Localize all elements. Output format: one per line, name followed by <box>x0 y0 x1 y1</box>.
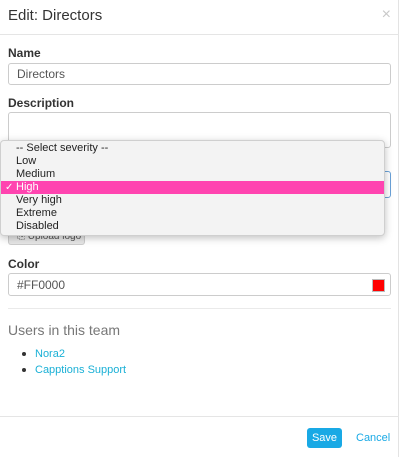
severity-option[interactable]: Disabled <box>1 220 384 233</box>
user-link-capptions-support[interactable]: Capptions Support <box>22 362 126 378</box>
color-label: Color <box>8 257 40 271</box>
option-label: Low <box>16 155 37 167</box>
description-label: Description <box>8 96 75 110</box>
color-input-value: #FF0000 <box>17 277 66 292</box>
divider <box>8 308 391 309</box>
users-section-title: Users in this team <box>8 322 121 338</box>
close-icon[interactable]: × <box>382 6 391 24</box>
user-link-nora2[interactable]: Nora2 <box>22 346 126 362</box>
severity-option[interactable]: -- Select severity -- <box>1 142 384 155</box>
user-list: Nora2 Capptions Support <box>22 346 126 378</box>
modal-header: Edit: Directors × <box>0 0 399 35</box>
color-swatch[interactable] <box>372 279 385 292</box>
modal-title: Edit: Directors <box>8 7 103 24</box>
modal-footer-divider <box>0 416 399 417</box>
option-label: Medium <box>16 168 56 180</box>
severity-option[interactable]: Extreme <box>1 207 384 220</box>
option-label: Disabled <box>16 220 59 232</box>
edit-team-modal: Edit: Directors × Name Directors Descrip… <box>0 0 399 457</box>
severity-option[interactable]: Very high <box>1 194 384 207</box>
severity-option-selected[interactable]: ✓ High <box>1 181 384 194</box>
option-label: Extreme <box>16 207 57 219</box>
option-label: -- Select severity -- <box>16 142 109 154</box>
severity-dropdown-menu: -- Select severity -- Low Medium ✓ High V… <box>0 140 385 236</box>
severity-option[interactable]: Low <box>1 155 384 168</box>
severity-option[interactable]: Medium <box>1 168 384 181</box>
cancel-button[interactable]: Cancel <box>356 428 390 448</box>
option-label: High <box>16 181 39 193</box>
save-button[interactable]: Save <box>307 428 342 448</box>
name-label: Name <box>8 46 41 60</box>
name-input-value: Directors <box>17 67 66 81</box>
checkmark-icon: ✓ <box>5 182 14 193</box>
name-input[interactable]: Directors <box>8 63 391 85</box>
option-label: Very high <box>16 194 62 206</box>
color-input[interactable]: #FF0000 <box>8 273 391 296</box>
